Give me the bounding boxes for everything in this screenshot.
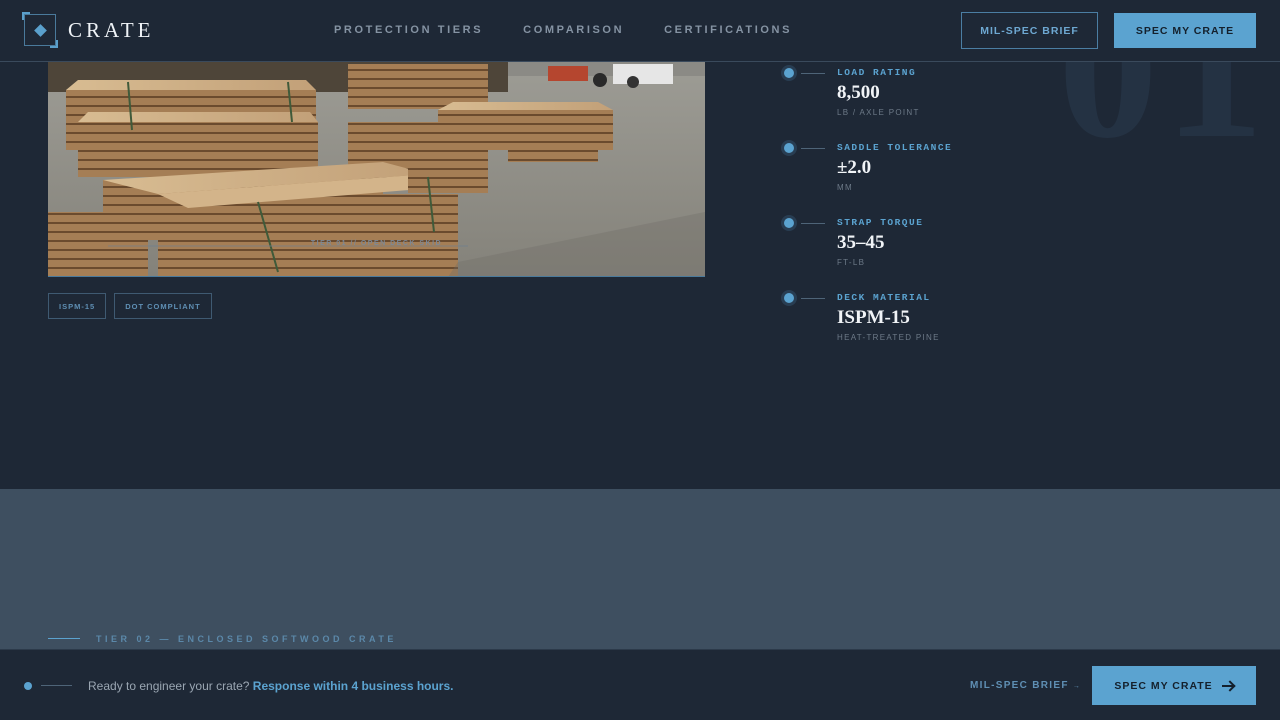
next-tier-section: TIER 02 — ENCLOSED SOFTWOOD CRATE [0, 489, 1280, 649]
tag-dot-compliant: DOT COMPLIANT [114, 293, 212, 319]
spec-unit: LB / AXLE POINT [837, 108, 920, 117]
nav-protection-tiers[interactable]: PROTECTION TIERS [334, 24, 483, 36]
cta-prompt-text: Ready to engineer your crate? [88, 679, 250, 693]
spec-label: LOAD RATING [837, 67, 917, 78]
spec-label: DECK MATERIAL [837, 292, 931, 303]
photo-caption: TIER 01 // OPEN DECK SKID [310, 240, 443, 247]
spec-value: ±2.0 [837, 157, 872, 178]
spec-connector [801, 148, 825, 149]
site-header: CRATE PROTECTION TIERS COMPARISON CERTIF… [0, 0, 1280, 62]
crate-logo-icon [22, 12, 58, 48]
spec-value: 8,500 [837, 82, 880, 103]
spec-marker-icon [784, 68, 794, 78]
spec-my-crate-button[interactable]: SPEC MY CRATE [1114, 13, 1256, 48]
mil-spec-brief-link[interactable]: MIL-SPEC BRIEF → [970, 680, 1081, 691]
nav-comparison[interactable]: COMPARISON [523, 24, 624, 36]
tier-02-label: TIER 02 — ENCLOSED SOFTWOOD CRATE [96, 634, 397, 644]
certification-tags: ISPM-15 DOT COMPLIANT [48, 293, 212, 319]
brand-name: CRATE [68, 17, 155, 42]
mil-spec-brief-button[interactable]: MIL-SPEC BRIEF [961, 12, 1098, 49]
spec-marker-icon [784, 218, 794, 228]
status-dot-icon [24, 682, 32, 690]
tier-label-rule [48, 638, 80, 639]
brief-link-label: MIL-SPEC BRIEF [970, 680, 1069, 691]
spec-unit: MM [837, 183, 853, 192]
brand-logo[interactable]: CRATE [22, 12, 155, 48]
footer-spec-my-crate-button[interactable]: SPEC MY CRATE [1092, 666, 1256, 705]
spec-label: STRAP TORQUE [837, 217, 924, 228]
cta-response-time: Response within 4 business hours. [252, 679, 454, 693]
spec-marker-icon [784, 293, 794, 303]
spec-value: 35–45 [837, 232, 885, 253]
sticky-cta-bar: Ready to engineer your crate? Response w… [0, 649, 1280, 720]
hero-photo-lumber-stacks: TIER 01 // OPEN DECK SKID [48, 62, 705, 277]
arrow-right-icon [1221, 681, 1234, 691]
spec-connector [801, 73, 825, 74]
footer-cta-label: SPEC MY CRATE [1114, 679, 1213, 692]
cta-prompt: Ready to engineer your crate? Response w… [88, 679, 454, 693]
spec-unit: FT-LB [837, 258, 866, 267]
spec-value: ISPM-15 [837, 307, 910, 328]
spec-label: SADDLE TOLERANCE [837, 142, 953, 153]
main-nav: PROTECTION TIERS COMPARISON CERTIFICATIO… [334, 24, 792, 36]
spec-connector [801, 223, 825, 224]
cta-connector [41, 685, 72, 686]
spec-connector [801, 298, 825, 299]
spec-unit: HEAT-TREATED PINE [837, 333, 940, 342]
tag-ispm-15: ISPM-15 [48, 293, 107, 319]
spec-marker-icon [784, 143, 794, 153]
nav-certifications[interactable]: CERTIFICATIONS [664, 24, 792, 36]
small-arrow-icon: → [1072, 683, 1082, 690]
